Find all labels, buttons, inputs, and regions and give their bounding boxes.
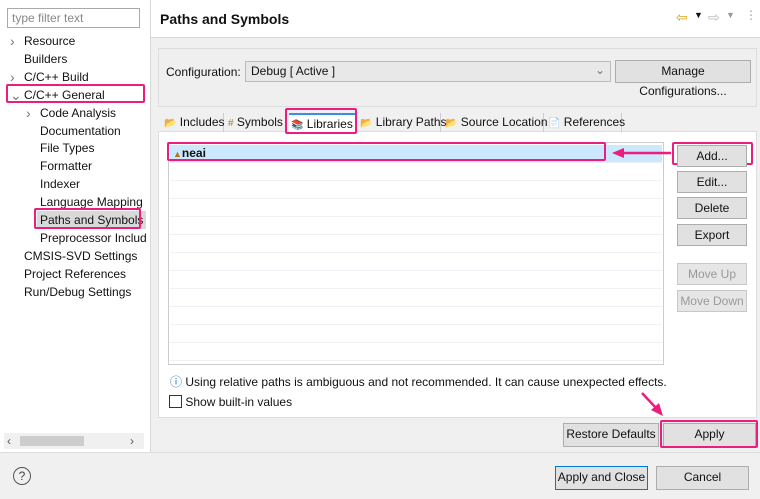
move-up-button[interactable]: Move Up [677, 263, 747, 285]
export-button[interactable]: Export [677, 224, 747, 246]
edit-button[interactable]: Edit... [677, 171, 747, 193]
move-down-button[interactable]: Move Down [677, 290, 747, 312]
annotation-arrows [612, 148, 671, 416]
delete-button[interactable]: Delete [677, 197, 747, 219]
add-button[interactable]: Add... [677, 145, 747, 167]
